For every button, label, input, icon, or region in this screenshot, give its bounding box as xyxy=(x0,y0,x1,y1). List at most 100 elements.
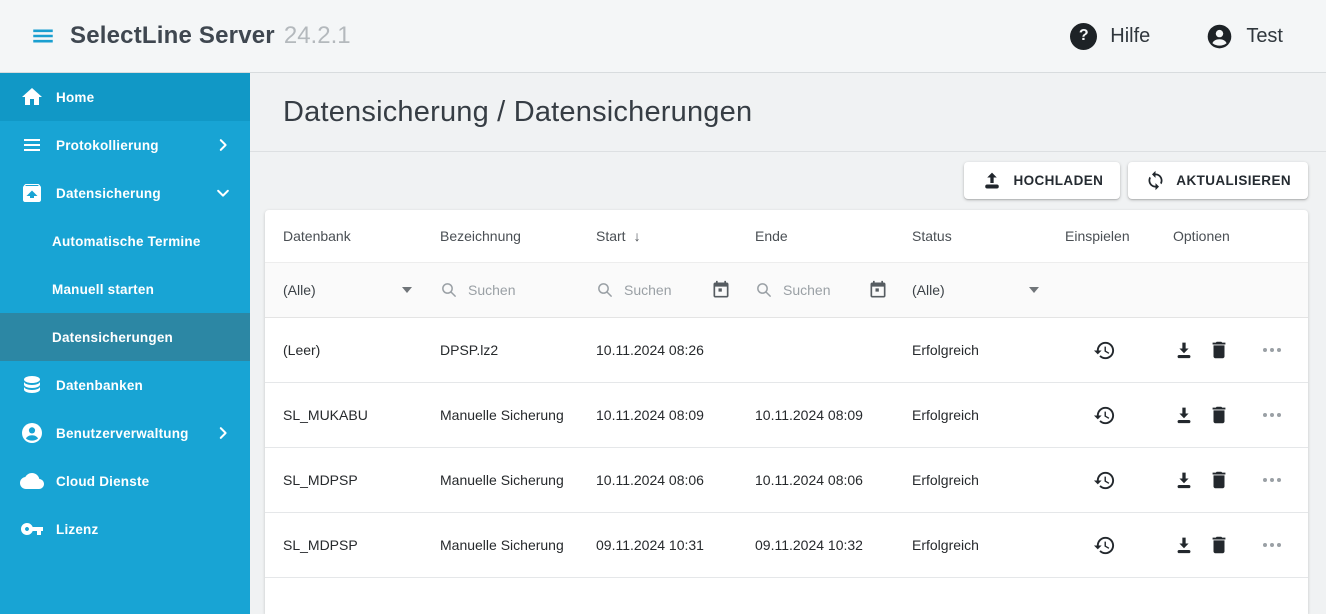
refresh-button-label: AKTUALISIEREN xyxy=(1176,173,1291,188)
column-header-einspielen[interactable]: Einspielen xyxy=(1065,228,1173,244)
status-badge: Erfolgreich xyxy=(912,472,979,488)
download-icon[interactable] xyxy=(1173,404,1195,426)
sidebar-item-home[interactable]: Home xyxy=(0,73,250,121)
cell-start: 10.11.2024 08:26 xyxy=(596,342,704,358)
sidebar-item-label: Cloud Dienste xyxy=(56,473,150,489)
column-header-ende[interactable]: Ende xyxy=(755,228,912,244)
delete-icon[interactable] xyxy=(1208,469,1230,491)
more-options-icon[interactable] xyxy=(1260,468,1284,492)
dropdown-arrow-icon xyxy=(1029,287,1039,293)
cell-ende: 09.11.2024 10:32 xyxy=(755,537,863,553)
filter-status-dropdown[interactable]: (Alle) xyxy=(912,282,1065,298)
delete-icon[interactable] xyxy=(1208,404,1230,426)
upload-button-label: HOCHLADEN xyxy=(1013,173,1104,188)
chevron-right-icon xyxy=(214,424,232,442)
filter-datenbank-dropdown[interactable]: (Alle) xyxy=(283,282,440,298)
menu-icon[interactable] xyxy=(30,23,56,49)
account-icon xyxy=(20,421,44,445)
filter-ende-input[interactable] xyxy=(783,282,868,298)
column-header-datenbank[interactable]: Datenbank xyxy=(283,228,440,244)
sidebar-item-label: Automatische Termine xyxy=(52,233,201,249)
sidebar-item-benutzerverwaltung[interactable]: Benutzerverwaltung xyxy=(0,409,250,457)
cell-datenbank: (Leer) xyxy=(283,342,321,358)
filter-start xyxy=(596,280,755,300)
column-header-bezeichnung[interactable]: Bezeichnung xyxy=(440,228,596,244)
filter-start-input[interactable] xyxy=(624,282,711,298)
status-badge: Erfolgreich xyxy=(912,342,979,358)
column-header-status[interactable]: Status xyxy=(912,228,1065,244)
table-header-row: Datenbank Bezeichnung Start ↓ Ende Statu… xyxy=(265,210,1308,262)
restore-icon[interactable] xyxy=(1093,404,1116,427)
cell-start: 10.11.2024 08:09 xyxy=(596,407,704,423)
sidebar-item-label: Home xyxy=(56,89,95,105)
cell-bezeichnung: DPSP.lz2 xyxy=(440,342,499,358)
app-version: 24.2.1 xyxy=(283,22,351,49)
key-icon xyxy=(20,517,44,541)
download-icon[interactable] xyxy=(1173,469,1195,491)
toolbar: HOCHLADEN AKTUALISIEREN xyxy=(250,162,1308,199)
cell-optionen xyxy=(1173,468,1290,492)
sidebar-item-datensicherungen[interactable]: Datensicherungen xyxy=(0,313,250,361)
user-menu-button[interactable]: Test xyxy=(1206,23,1283,50)
upload-icon xyxy=(981,170,1003,192)
column-header-optionen[interactable]: Optionen xyxy=(1173,228,1290,244)
sidebar-item-protokollierung[interactable]: Protokollierung xyxy=(0,121,250,169)
sidebar-item-cloud-dienste[interactable]: Cloud Dienste xyxy=(0,457,250,505)
cell-optionen xyxy=(1173,533,1290,557)
sort-descending-icon[interactable]: ↓ xyxy=(634,228,641,244)
table-row[interactable]: SL_MDPSP Manuelle Sicherung 09.11.2024 1… xyxy=(265,513,1308,578)
column-header-start[interactable]: Start ↓ xyxy=(596,228,755,244)
sidebar-item-datenbanken[interactable]: Datenbanken xyxy=(0,361,250,409)
sidebar-item-automatische-termine[interactable]: Automatische Termine xyxy=(0,217,250,265)
download-icon[interactable] xyxy=(1173,339,1195,361)
table-row[interactable]: (Leer) DPSP.lz2 10.11.2024 08:26 Erfolgr… xyxy=(265,318,1308,383)
delete-icon[interactable] xyxy=(1208,534,1230,556)
status-badge: Erfolgreich xyxy=(912,407,979,423)
user-label: Test xyxy=(1246,24,1283,47)
search-icon xyxy=(596,281,614,299)
calendar-icon[interactable] xyxy=(711,280,731,300)
topbar-actions: ? Hilfe Test xyxy=(1070,22,1326,50)
chevron-right-icon xyxy=(214,136,232,154)
upload-button[interactable]: HOCHLADEN xyxy=(964,162,1121,199)
sidebar-item-label: Datenbanken xyxy=(56,377,143,393)
cell-einspielen xyxy=(1065,339,1173,362)
cell-datenbank: SL_MUKABU xyxy=(283,407,368,423)
more-options-icon[interactable] xyxy=(1260,338,1284,362)
restore-icon[interactable] xyxy=(1093,339,1116,362)
home-icon xyxy=(20,85,44,109)
cell-bezeichnung: Manuelle Sicherung xyxy=(440,472,564,488)
table-filter-row: (Alle) (All xyxy=(265,262,1308,318)
restore-icon[interactable] xyxy=(1093,534,1116,557)
filter-status-value: (Alle) xyxy=(912,282,945,298)
cell-einspielen xyxy=(1065,404,1173,427)
dropdown-arrow-icon xyxy=(402,287,412,293)
sidebar-item-label: Datensicherung xyxy=(56,185,161,201)
app-title: SelectLine Server xyxy=(70,22,275,49)
refresh-icon xyxy=(1145,170,1166,191)
refresh-button[interactable]: AKTUALISIEREN xyxy=(1128,162,1308,199)
cell-einspielen xyxy=(1065,534,1173,557)
top-app-bar: SelectLine Server 24.2.1 ? Hilfe Test xyxy=(0,0,1326,73)
sidebar-item-lizenz[interactable]: Lizenz xyxy=(0,505,250,553)
cell-optionen xyxy=(1173,338,1290,362)
download-icon[interactable] xyxy=(1173,534,1195,556)
sidebar-navigation: Home Protokollierung Datensicherung Auto… xyxy=(0,73,250,614)
more-options-icon[interactable] xyxy=(1260,533,1284,557)
sidebar-item-datensicherung[interactable]: Datensicherung xyxy=(0,169,250,217)
sidebar-item-label: Protokollierung xyxy=(56,137,159,153)
cell-bezeichnung: Manuelle Sicherung xyxy=(440,407,564,423)
restore-icon[interactable] xyxy=(1093,469,1116,492)
sidebar-item-manuell-starten[interactable]: Manuell starten xyxy=(0,265,250,313)
filter-bezeichnung-input[interactable] xyxy=(468,282,596,298)
filter-ende xyxy=(755,280,912,300)
help-icon: ? xyxy=(1070,22,1098,50)
cell-start: 10.11.2024 08:06 xyxy=(596,472,704,488)
delete-icon[interactable] xyxy=(1208,339,1230,361)
cell-datenbank: SL_MDPSP xyxy=(283,472,358,488)
help-button[interactable]: ? Hilfe xyxy=(1070,22,1150,50)
table-row[interactable]: SL_MDPSP Manuelle Sicherung 10.11.2024 0… xyxy=(265,448,1308,513)
calendar-icon[interactable] xyxy=(868,280,888,300)
more-options-icon[interactable] xyxy=(1260,403,1284,427)
table-row[interactable]: SL_MUKABU Manuelle Sicherung 10.11.2024 … xyxy=(265,383,1308,448)
